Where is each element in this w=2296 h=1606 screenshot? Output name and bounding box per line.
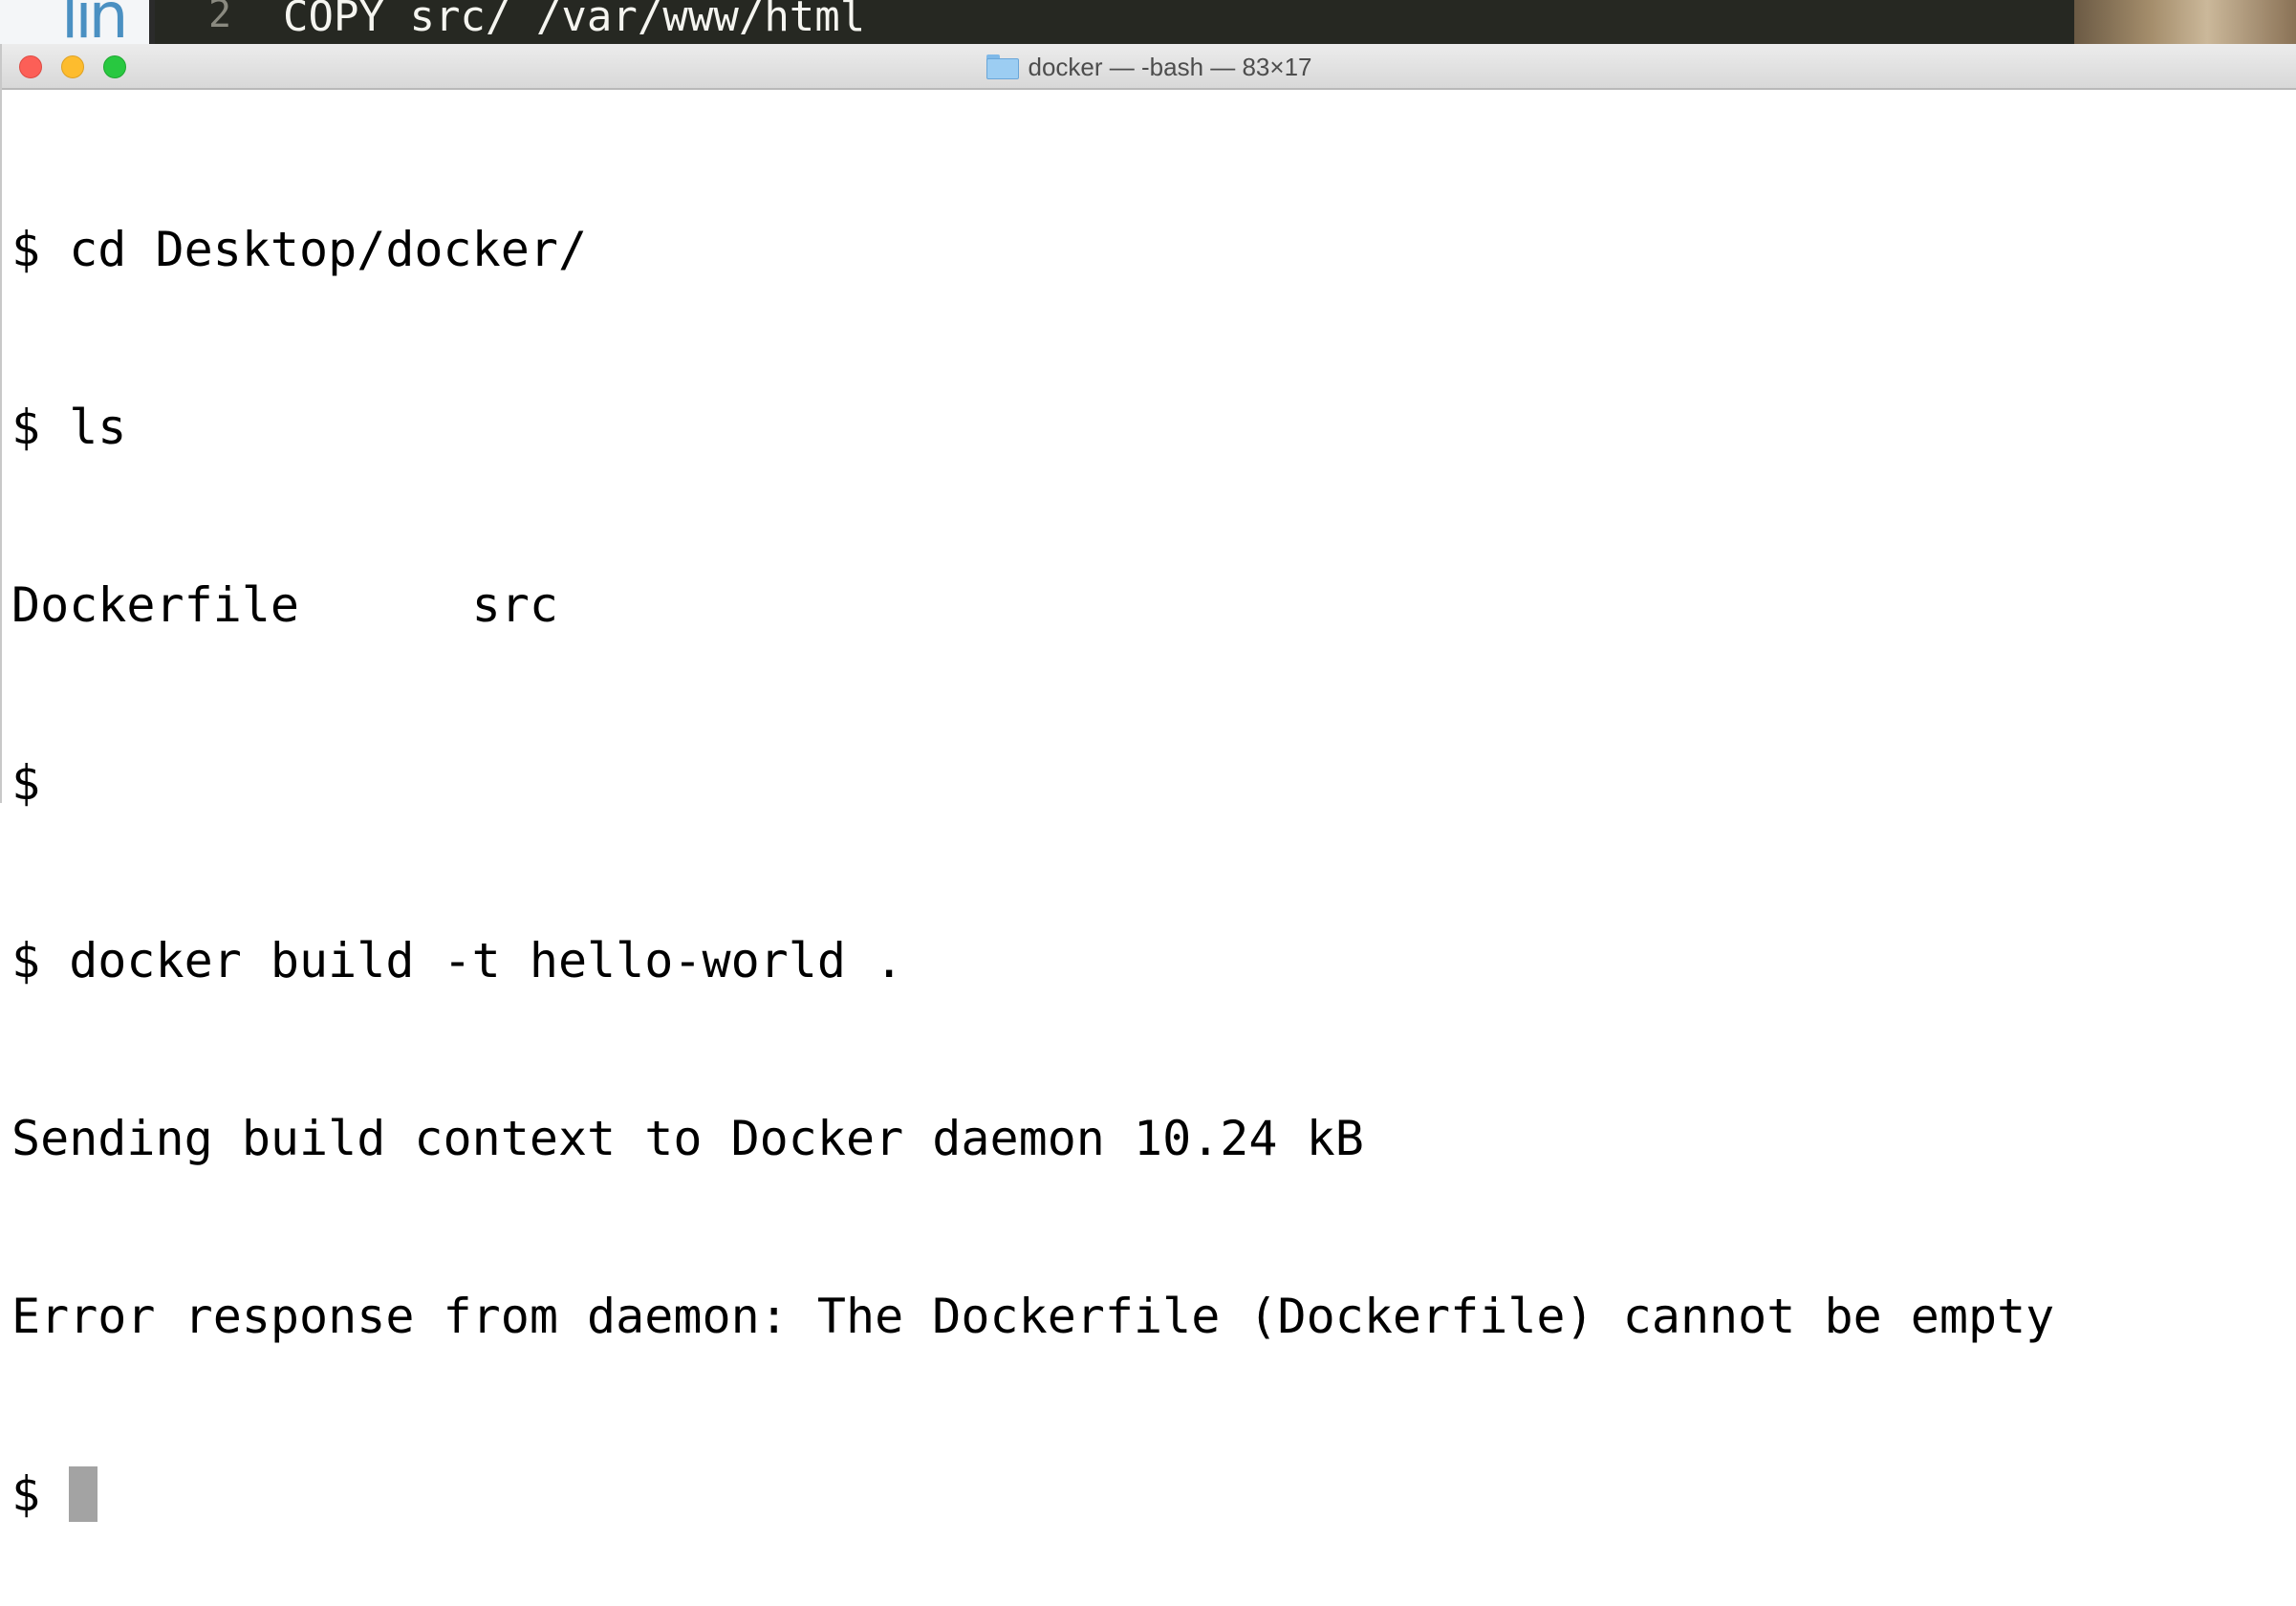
- terminal-line: $ docker build -t hello-world .: [11, 933, 904, 988]
- window-titlebar[interactable]: docker — -bash — 83×17: [2, 44, 2296, 90]
- prompt: $: [11, 1466, 70, 1522]
- window-title-text: docker — -bash — 83×17: [1028, 52, 1312, 81]
- background-sidebar: lin: [0, 0, 149, 44]
- background-logo: lin: [61, 0, 128, 44]
- terminal-line: Sending build context to Docker daemon 1…: [11, 1111, 1364, 1166]
- terminal-window[interactable]: docker — -bash — 83×17 $ cd Desktop/dock…: [0, 44, 2296, 1522]
- terminal-line: Dockerfile src: [11, 577, 558, 633]
- folder-icon: [986, 54, 1019, 79]
- terminal-line: $ cd Desktop/docker/: [11, 222, 588, 277]
- terminal-output[interactable]: $ cd Desktop/docker/ $ ls Dockerfile src…: [11, 101, 2296, 1522]
- terminal-prompt-line[interactable]: $: [11, 1465, 2296, 1524]
- text-cursor: [69, 1466, 98, 1522]
- window-title: docker — -bash — 83×17: [2, 44, 2296, 90]
- terminal-line: $ ls: [11, 400, 127, 455]
- background-editor: lin 2 COPY src/ /var/www/html: [0, 0, 2296, 44]
- terminal-line: Error response from daemon: The Dockerfi…: [11, 1289, 2055, 1344]
- terminal-line: $: [11, 755, 41, 811]
- background-line-number: 2: [208, 0, 232, 36]
- background-photo: [2074, 0, 2296, 44]
- background-code-line: COPY src/ /var/www/html: [283, 0, 866, 41]
